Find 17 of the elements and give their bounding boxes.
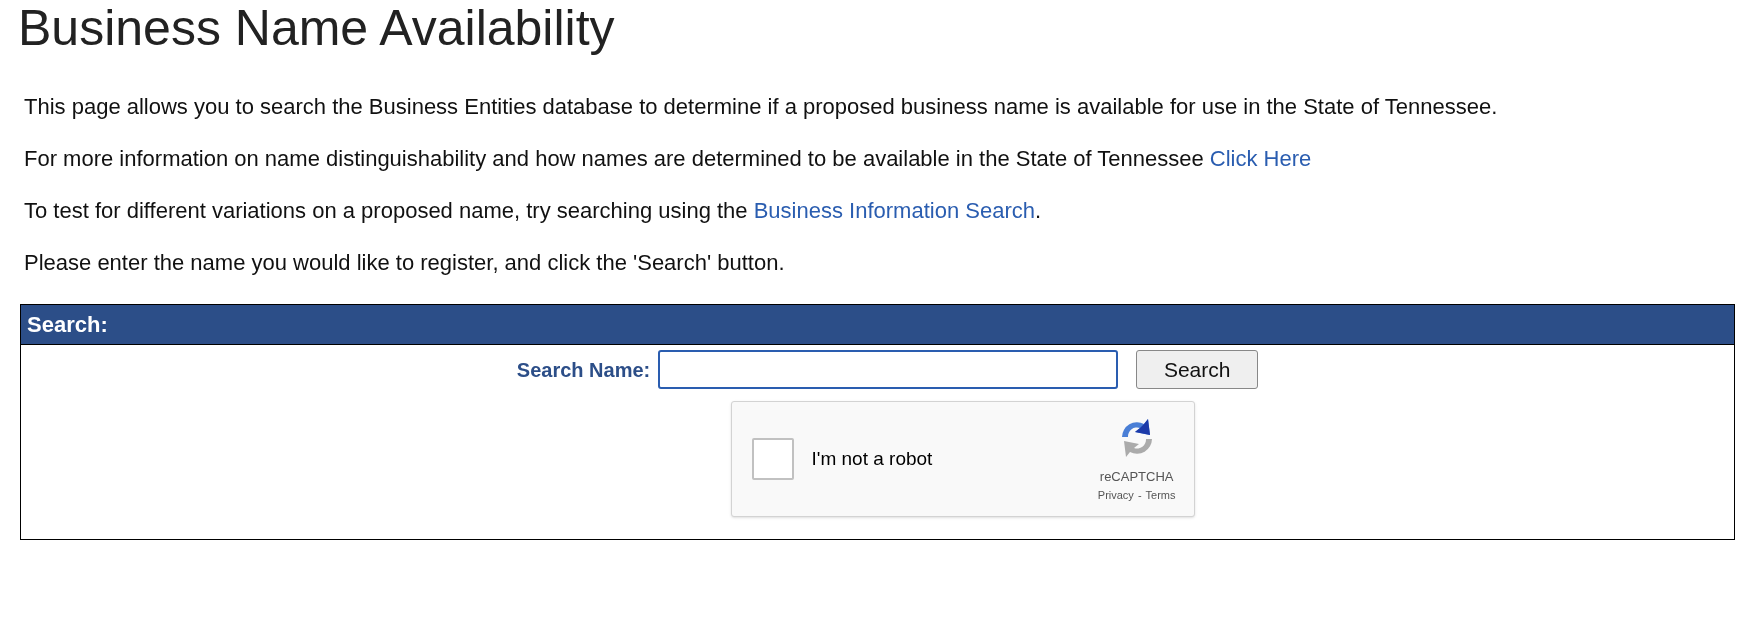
captcha-checkbox[interactable] [751,438,794,480]
search-name-input[interactable] [658,350,1119,389]
paragraph: Please enter the name you would like to register, and click the 'Search' button. [24,249,786,277]
link[interactable]: Click Here [1209,146,1312,171]
terms-link[interactable]: Terms [1145,486,1176,503]
recaptcha-brand: reCAPTCHA [1099,468,1174,486]
paragraph: For more information on name distinguishability and how names are determined to be available in the State of Tennessee Click Here [24,145,1313,173]
panel-title: Search: [27,311,108,339]
field-label: Search Name: [516,357,651,383]
link[interactable]: Business Information Search [753,198,1035,223]
separator: - [1137,487,1142,503]
paragraph: This page allows you to search the Business Entities database to determine if a proposed business name is available for use in the State of Tennessee. [24,93,1499,121]
paragraph: To test for different variations on a proposed name, try searching using the Business Information Search. [24,197,1043,225]
page-title: Business Name Availability [17,0,615,56]
captcha-label: I'm not a robot [811,446,933,471]
search-button[interactable]: Search [1136,350,1259,389]
privacy-link[interactable]: Privacy [1097,486,1134,503]
